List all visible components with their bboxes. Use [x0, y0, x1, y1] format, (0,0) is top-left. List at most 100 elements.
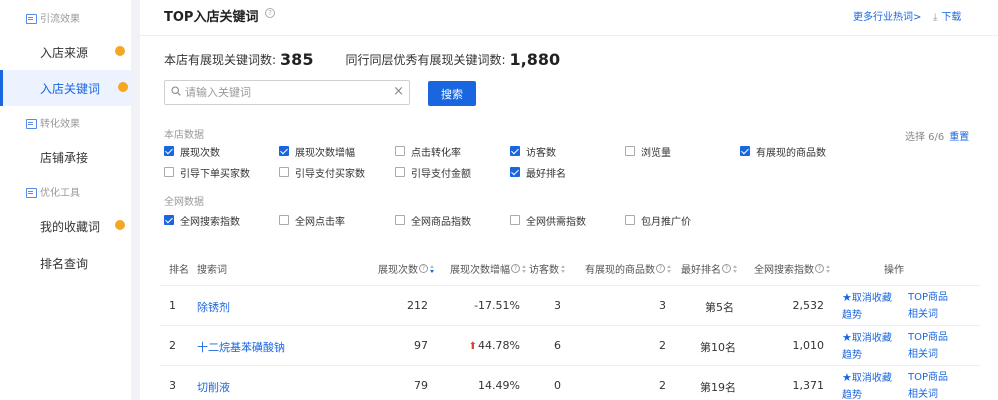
col-products[interactable]: 有展现的商品数?: [585, 261, 672, 276]
checkbox-visitors[interactable]: 访客数: [510, 144, 556, 159]
checkbox-box: [279, 167, 289, 177]
download-icon: ⤓: [933, 12, 938, 23]
checkbox-box: [395, 215, 405, 225]
unfavorite-button[interactable]: ★取消收藏: [842, 291, 892, 304]
checkbox-box: [625, 215, 635, 225]
search-input[interactable]: [185, 83, 385, 102]
checkbox-products-shown[interactable]: 有展现的商品数: [740, 144, 826, 159]
main-panel: TOP入店关键词 ? 更多行业热词> ⤓ 下载 本店有展现关键词数: 385 同行…: [140, 0, 998, 400]
ops-fav-cell: ★取消收藏 趋势: [842, 369, 892, 400]
keyword-link[interactable]: 切削液: [197, 379, 230, 395]
col-impressions[interactable]: 展现次数?: [378, 261, 435, 276]
sidebar-group-label: 转化效果: [40, 118, 80, 130]
col-best-rank[interactable]: 最好排名?: [681, 261, 738, 276]
checkbox-box: [164, 146, 174, 156]
up-arrow-icon: ⬆: [468, 341, 478, 352]
products-cell: 2: [659, 379, 666, 392]
impressions-cell: 212: [407, 299, 428, 312]
rank-cell: 3: [169, 379, 176, 392]
trend-link[interactable]: 趋势: [842, 350, 862, 361]
growth-cell: -17.51%: [474, 299, 520, 312]
help-icon[interactable]: ?: [265, 8, 275, 18]
keyword-link[interactable]: 十二烷基苯磺酸钠: [197, 339, 285, 355]
ops-top-cell: TOP商品 相关词: [908, 289, 948, 323]
rank-cell: 2: [169, 339, 176, 352]
trend-link[interactable]: 趋势: [842, 310, 862, 321]
chart-icon: [26, 13, 37, 24]
sidebar-item-store-landing[interactable]: 店铺承接: [0, 139, 131, 175]
checkbox-global-supply-demand[interactable]: 全网供需指数: [510, 213, 586, 228]
checkbox-click-conversion[interactable]: 点击转化率: [395, 144, 461, 159]
unfavorite-button[interactable]: ★取消收藏: [842, 371, 892, 384]
checkbox-impressions[interactable]: 展现次数: [164, 144, 220, 159]
checkbox-order-buyers[interactable]: 引导下单买家数: [164, 165, 250, 180]
panel-header: TOP入店关键词 ? 更多行业热词> ⤓ 下载: [140, 0, 998, 36]
clear-icon[interactable]: ×: [393, 84, 404, 99]
related-words-link[interactable]: 相关词: [908, 349, 938, 360]
unfavorite-button[interactable]: ★取消收藏: [842, 331, 892, 344]
impressions-cell: 79: [414, 379, 428, 392]
peer-keyword-count-label: 同行同层优秀有展现关键词数:: [345, 52, 506, 67]
table-row: 2 十二烷基苯磺酸钠 97 ⬆44.78% 6 2 第10名 1,010 ★取消…: [160, 325, 980, 365]
download-button[interactable]: ⤓ 下载: [933, 8, 961, 23]
related-words-link[interactable]: 相关词: [908, 309, 938, 320]
store-keyword-count: 385: [280, 49, 314, 69]
checkbox-impression-growth[interactable]: 展现次数增幅: [279, 144, 355, 159]
table-row: 3 切削液 79 14.49% 0 2 第19名 1,371 ★取消收藏 趋势 …: [160, 365, 980, 400]
table-header: 排名 搜索词 展现次数? 展现次数增幅? 访客数 有展现的商品数? 最好排名? …: [160, 255, 980, 281]
checkbox-box: [510, 215, 520, 225]
star-icon: ★: [842, 371, 852, 384]
sidebar-item-label: 店铺承接: [40, 150, 89, 165]
download-label: 下载: [941, 12, 962, 23]
sidebar-group-label: 优化工具: [40, 187, 80, 199]
chart-icon: [26, 187, 37, 198]
top-products-link[interactable]: TOP商品: [908, 292, 948, 303]
checkbox-paying-buyers[interactable]: 引导支付买家数: [279, 165, 365, 180]
col-search-index[interactable]: 全网搜索指数?: [754, 261, 831, 276]
checkbox-global-search-index[interactable]: 全网搜索指数: [164, 213, 240, 228]
checkbox-payment-amount[interactable]: 引导支付金额: [395, 165, 471, 180]
impressions-cell: 97: [414, 339, 428, 352]
notification-dot: [115, 220, 125, 230]
trend-link[interactable]: 趋势: [842, 390, 862, 400]
checkbox-box: [740, 146, 750, 156]
store-data-section-label: 本店数据: [164, 130, 204, 141]
sidebar-item-source[interactable]: 入店来源: [0, 34, 131, 70]
rank-cell: 1: [169, 299, 176, 312]
store-keyword-count-label: 本店有展现关键词数:: [164, 52, 277, 67]
help-icon: ?: [656, 264, 665, 273]
help-icon: ?: [722, 264, 731, 273]
checkbox-box: [510, 167, 520, 177]
related-words-link[interactable]: 相关词: [908, 389, 938, 400]
checkbox-best-rank[interactable]: 最好排名: [510, 165, 566, 180]
search-button[interactable]: 搜索: [428, 81, 476, 106]
search-box: ×: [164, 80, 410, 105]
col-growth[interactable]: 展现次数增幅?: [450, 261, 527, 276]
search-icon: [171, 86, 181, 96]
col-visitors[interactable]: 访客数: [529, 261, 566, 276]
checkbox-pageviews[interactable]: 浏览量: [625, 144, 671, 159]
help-icon: ?: [815, 264, 824, 273]
col-ops: 操作: [884, 265, 904, 276]
sidebar-item-label: 排名查询: [40, 256, 89, 271]
ops-top-cell: TOP商品 相关词: [908, 329, 948, 363]
sidebar-item-favorites[interactable]: 我的收藏词: [0, 208, 131, 244]
reset-button[interactable]: 重置: [949, 132, 969, 143]
checkbox-global-ctr[interactable]: 全网点击率: [279, 213, 345, 228]
top-products-link[interactable]: TOP商品: [908, 372, 948, 383]
top-products-link[interactable]: TOP商品: [908, 332, 948, 343]
more-industry-keywords-link[interactable]: 更多行业热词>: [853, 8, 921, 23]
checkbox-box: [625, 146, 635, 156]
checkbox-global-product-index[interactable]: 全网商品指数: [395, 213, 471, 228]
checkbox-monthly-promo-price[interactable]: 包月推广价: [625, 213, 691, 228]
global-data-section-label: 全网数据: [164, 197, 204, 208]
sidebar-group-conversion: 转化效果: [0, 105, 131, 139]
best-rank-cell: 第10名: [700, 341, 736, 354]
page-title: TOP入店关键词: [164, 10, 259, 25]
keyword-link[interactable]: 除锈剂: [197, 299, 230, 315]
checkbox-box: [279, 146, 289, 156]
search-index-cell: 1,371: [792, 379, 825, 392]
sidebar-item-rank-query[interactable]: 排名查询: [0, 245, 131, 281]
sidebar-item-keywords[interactable]: 入店关键词: [0, 70, 131, 106]
keyword-stats: 本店有展现关键词数: 385 同行同层优秀有展现关键词数: 1,880: [164, 48, 560, 70]
